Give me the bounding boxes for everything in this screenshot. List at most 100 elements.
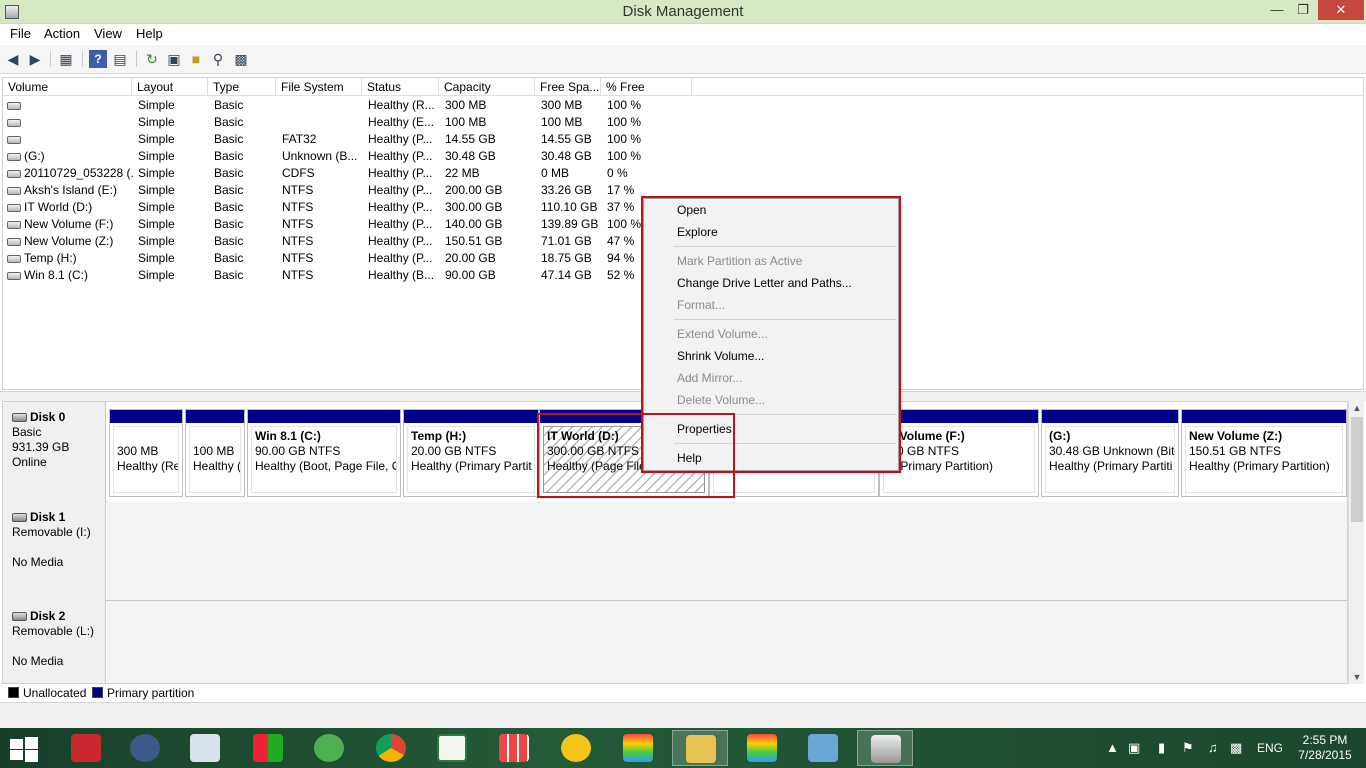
volume-cell: Basic [214,166,244,180]
unallocated-swatch [8,687,19,698]
volume-row[interactable]: Simple Basic FAT32 Healthy (P... 14.55 GB 14.… [3,131,1363,148]
partition-body: 300 MB Healthy (Re [113,426,179,493]
menu-item-delete-volume[interactable]: Delete Volume... [677,391,765,409]
taskbar-file-explorer[interactable] [672,730,728,766]
gear-icon [130,734,160,762]
tray-signal-icon[interactable]: ▩ [1230,740,1242,756]
volume-cell: 300.00 GB [445,200,503,214]
menu-item-properties[interactable]: Properties [677,420,732,438]
taskbar-resource-monitor[interactable] [177,730,233,766]
menu-item-help[interactable]: Help [677,449,702,467]
tray-volume-icon[interactable]: ♫ [1208,740,1218,755]
column-file-system[interactable]: File System [276,78,362,96]
minimize-button[interactable]: — [1264,0,1290,20]
volume-row[interactable]: (G:) Simple Basic Unknown (B... Healthy (P..… [3,148,1363,165]
rescan-icon[interactable]: ▣ [165,50,183,68]
disk-label[interactable]: Disk 0 Basic 931.39 GB Online [3,402,106,502]
title-bar[interactable]: Disk Management — ❐ ✕ [0,0,1366,24]
maximize-button[interactable]: ❐ [1290,0,1316,20]
column-percent-free[interactable]: % Free [601,78,692,96]
partition-block[interactable]: Temp (H:) 20.00 GB NTFS Healthy (Primary P… [403,409,539,497]
scroll-down-arrow[interactable]: ▼ [1349,670,1365,684]
taskbar-office[interactable] [240,730,296,766]
show-pane-icon[interactable]: ▤ [111,50,129,68]
console-tree-icon[interactable]: ▦ [57,50,75,68]
column-volume[interactable]: Volume [3,78,132,96]
column-type[interactable]: Type [208,78,276,96]
volume-cell: 200.00 GB [445,183,503,197]
volume-cell: Simple [138,200,175,214]
clock-time: 2:55 PM [1302,733,1348,747]
forward-icon[interactable]: ▶ [26,50,44,68]
taskbar-chrome[interactable] [363,730,419,766]
volume-cell: Healthy (P... [368,132,433,146]
partition-block[interactable]: 300 MB Healthy (Re [109,409,183,497]
menu-item-format[interactable]: Format... [677,296,725,314]
partition-block[interactable]: w Volume (F:) .00 GB NTFS y (Primary Parti… [879,409,1039,497]
windows-logo-icon[interactable] [10,737,38,762]
scroll-up-arrow[interactable]: ▲ [1349,401,1365,415]
taskbar-computer-management[interactable] [795,730,851,766]
menu-item-add-mirror[interactable]: Add Mirror... [677,369,742,387]
menu-item-change-drive-letter[interactable]: Change Drive Letter and Paths... [677,274,852,292]
taskbar-settings[interactable] [117,730,173,766]
language-indicator[interactable]: ENG [1257,741,1283,755]
properties-icon[interactable]: ▩ [232,50,250,68]
volume-cell: 0 MB [541,166,570,180]
volume-cell [282,97,366,114]
drive-icon [7,272,21,280]
menu-help[interactable]: Help [136,26,163,41]
open-icon[interactable]: ■ [187,50,205,68]
search-icon[interactable]: ⚲ [209,50,227,68]
menu-item-extend-volume[interactable]: Extend Volume... [677,325,768,343]
acrobat-icon [71,734,101,762]
taskbar-media[interactable] [301,730,357,766]
partition-body: Win 8.1 (C:) 90.00 GB NTFS Healthy (Boot, … [251,426,397,493]
tray-flag-icon[interactable]: ⚑ [1182,740,1194,756]
volume-row[interactable]: Simple Basic Healthy (R... 300 MB 300 MB 100 … [3,97,1363,114]
menu-item-open[interactable]: Open [677,201,706,219]
disk-label[interactable]: Disk 2 Removable (L:) No Media [3,601,106,683]
volume-row[interactable]: Aksh's Island (E:) Simple Basic NTFS Healthy… [3,182,1363,199]
tray-network-icon[interactable]: ▣ [1128,740,1140,756]
partition-block[interactable]: 100 MB Healthy ( [185,409,245,497]
scroll-thumb[interactable] [1351,417,1363,522]
disk-label[interactable]: Disk 1 Removable (I:) No Media [3,502,106,601]
close-button[interactable]: ✕ [1318,0,1364,20]
partition-block[interactable]: (G:) 30.48 GB Unknown (BitL Healthy (Prima… [1041,409,1179,497]
menu-item-explore[interactable]: Explore [677,223,718,241]
menu-item-shrink-volume[interactable]: Shrink Volume... [677,347,764,365]
taskbar-acrobat[interactable] [58,730,114,766]
taskbar-bluestacks-2[interactable] [734,730,790,766]
volume-row[interactable]: Simple Basic Healthy (E... 100 MB 100 MB 100 … [3,114,1363,131]
menu-item-mark-active[interactable]: Mark Partition as Active [677,252,802,270]
column-capacity[interactable]: Capacity [439,78,535,96]
legend: Unallocated Primary partition [0,684,1366,702]
menu-view[interactable]: View [94,26,122,41]
refresh-icon[interactable]: ↻ [143,50,161,68]
taskbar-excel[interactable] [424,730,480,766]
status-bar [0,702,1366,728]
column-free-space[interactable]: Free Spa... [535,78,601,96]
clock[interactable]: 2:55 PM 7/28/2015 [1290,733,1360,763]
taskbar-tips[interactable] [548,730,604,766]
context-menu: Open Explore Mark Partition as Active Ch… [643,198,899,471]
bluestacks-icon [623,734,653,762]
column-status[interactable]: Status [362,78,439,96]
taskbar-bluestacks[interactable] [610,730,666,766]
partition-block[interactable]: Win 8.1 (C:) 90.00 GB NTFS Healthy (Boot, … [247,409,401,497]
tray-overflow-icon[interactable]: ▲ [1106,740,1119,755]
menu-action[interactable]: Action [44,26,80,41]
help-icon[interactable]: ? [89,50,107,68]
disk-pane-scrollbar[interactable]: ▲ ▼ [1348,401,1364,684]
partition-block[interactable]: New Volume (Z:) 150.51 GB NTFS Healthy (Pr… [1181,409,1347,497]
volume-cell: Healthy (P... [368,149,433,163]
volume-cell: 100 % [607,149,642,163]
taskbar-apps[interactable] [486,730,542,766]
tray-battery-icon[interactable]: ▮ [1158,740,1165,756]
back-icon[interactable]: ◀ [4,50,22,68]
volume-row[interactable]: 20110729_053228 (... Simple Basic CDFS Healt… [3,165,1363,182]
taskbar-disk-management[interactable] [857,730,913,766]
menu-file[interactable]: File [10,26,31,41]
column-layout[interactable]: Layout [132,78,208,96]
